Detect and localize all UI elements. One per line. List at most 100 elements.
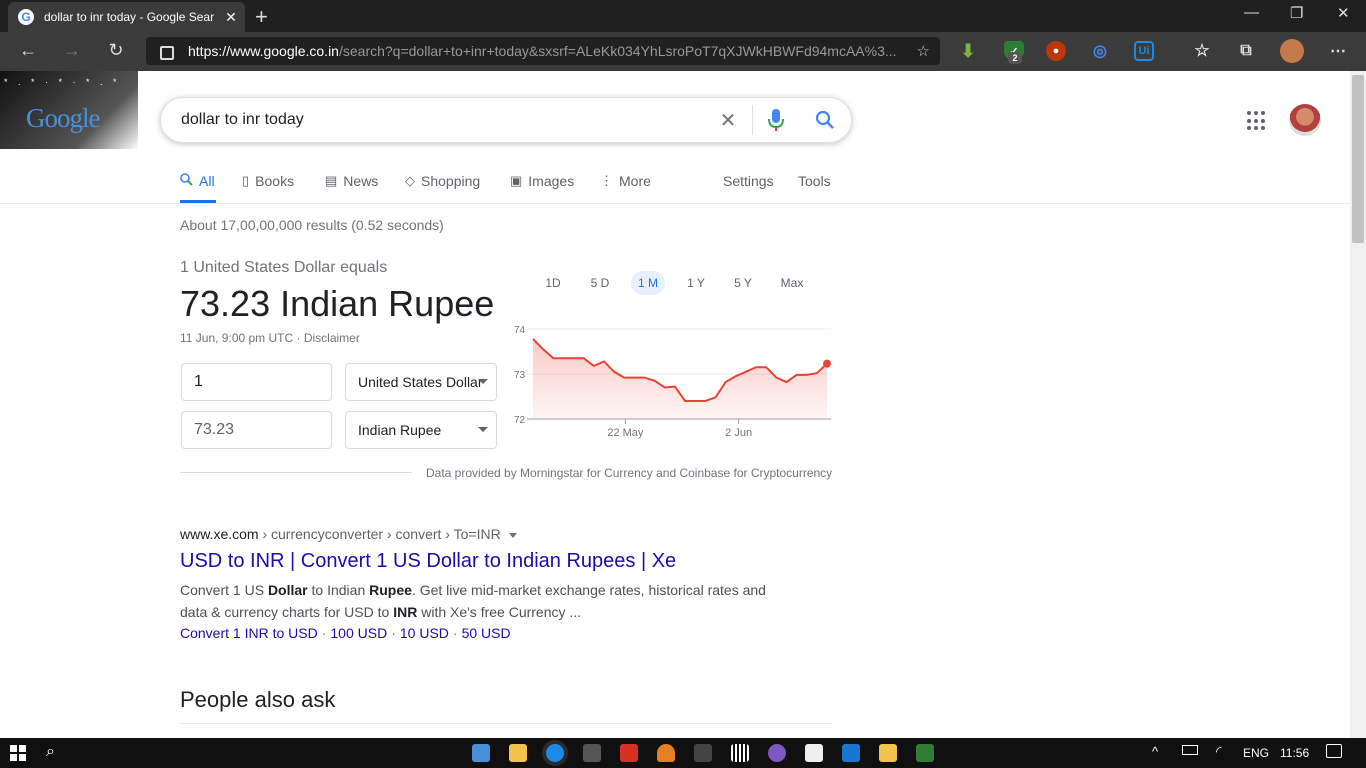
- snippet-text: with Xe's free Currency ...: [417, 604, 582, 620]
- taskbar-app-icon[interactable]: [583, 744, 601, 762]
- chart-x-tick-label: 22 May: [607, 427, 644, 439]
- tab-news[interactable]: ▤ News: [325, 173, 378, 189]
- microphone-icon[interactable]: [753, 108, 799, 132]
- taskbar-barcode-icon[interactable]: [731, 744, 749, 762]
- battery-icon[interactable]: [1182, 745, 1198, 755]
- fox-extension-icon[interactable]: ●: [1046, 41, 1066, 61]
- to-currency-select[interactable]: Indian Rupee: [345, 411, 497, 449]
- taskbar-store-icon[interactable]: [805, 744, 823, 762]
- page-scrollbar[interactable]: [1350, 71, 1366, 738]
- sitelink-separator: ·: [321, 625, 327, 641]
- sitelink[interactable]: 100 USD: [330, 625, 387, 641]
- to-amount-input[interactable]: 73.23: [181, 411, 332, 449]
- range-tab-1m[interactable]: 1 M: [631, 271, 665, 295]
- download-extension-icon[interactable]: ⬇: [958, 41, 978, 61]
- url-host: https://www.google.co.in: [188, 43, 339, 59]
- add-favorite-icon[interactable]: ☆: [917, 42, 930, 60]
- collections-icon[interactable]: ⧉: [1236, 41, 1256, 61]
- ui-extension-icon[interactable]: Ui: [1134, 41, 1154, 61]
- chart-y-tick-label: 74: [514, 325, 526, 336]
- address-bar[interactable]: https://www.google.co.in /search?q=dolla…: [146, 37, 940, 65]
- from-amount-input[interactable]: 1: [181, 363, 332, 401]
- new-tab-icon[interactable]: +: [255, 4, 268, 30]
- close-window-icon[interactable]: ✕: [1337, 4, 1350, 22]
- windows-start-icon[interactable]: [10, 745, 26, 761]
- result-title-link[interactable]: USD to INR | Convert 1 US Dollar to Indi…: [180, 550, 676, 573]
- range-tab-5y[interactable]: 5 Y: [728, 271, 758, 295]
- favorites-icon[interactable]: ☆: [1192, 41, 1212, 61]
- clear-icon[interactable]: ✕: [704, 108, 752, 133]
- url-path: /search?q=dollar+to+inr+today&sxsrf=ALeK…: [338, 43, 897, 59]
- snippet-text: Convert 1 US: [180, 582, 268, 598]
- scrollbar-thumb[interactable]: [1352, 75, 1364, 243]
- taskbar-app-icon[interactable]: [842, 744, 860, 762]
- sitelink-separator: ·: [452, 625, 458, 641]
- tab-shopping-label: Shopping: [421, 173, 481, 189]
- taskbar-search-icon[interactable]: ⌕: [46, 743, 55, 761]
- sitelink[interactable]: 10 USD: [400, 625, 449, 641]
- exchange-rate-chart[interactable]: 74 73 72 22 May 2 Jun: [500, 319, 840, 441]
- profile-avatar[interactable]: [1280, 39, 1304, 63]
- notification-icon[interactable]: [1326, 744, 1342, 758]
- tab-shopping[interactable]: ◇ Shopping: [405, 173, 480, 189]
- language-indicator[interactable]: ENG: [1243, 746, 1269, 760]
- lens-extension-icon[interactable]: ◎: [1090, 41, 1110, 61]
- google-apps-icon[interactable]: [1247, 111, 1267, 131]
- result-menu-icon[interactable]: [508, 532, 517, 538]
- google-doodle[interactable]: * . * · * · * . * Google: [0, 71, 138, 149]
- restore-icon[interactable]: ❐: [1290, 4, 1303, 22]
- tab-images[interactable]: ▣ Images: [510, 173, 574, 189]
- account-avatar[interactable]: [1289, 104, 1321, 136]
- wifi-icon[interactable]: ◜: [1216, 743, 1221, 760]
- tools-link[interactable]: Tools: [798, 173, 831, 189]
- browser-tab[interactable]: G dollar to inr today - Google Sear ✕: [8, 2, 245, 32]
- taskbar-app-icon[interactable]: [620, 744, 638, 762]
- currency-value: 73.23 Indian Rupee: [180, 283, 495, 324]
- result-cite[interactable]: www.xe.com › currencyconverter › convert…: [180, 526, 517, 542]
- tray-chevron-icon[interactable]: ^: [1152, 744, 1158, 759]
- snippet-highlight: Rupee: [369, 582, 412, 598]
- back-icon[interactable]: ←: [16, 40, 40, 61]
- taskbar-folder-icon[interactable]: [879, 744, 897, 762]
- range-tab-5d[interactable]: 5 D: [585, 271, 615, 295]
- chart-current-point: [823, 359, 831, 368]
- range-tab-1y[interactable]: 1 Y: [681, 271, 711, 295]
- lock-icon: [160, 46, 174, 60]
- taskbar-desktop-icon[interactable]: [472, 744, 490, 762]
- tab-books[interactable]: ▯ Books: [242, 173, 294, 189]
- range-tab-1d[interactable]: 1D: [538, 271, 568, 295]
- windows-taskbar: ⌕ ^ ◜ ENG 11:56: [0, 738, 1366, 768]
- snippet-highlight: INR: [393, 604, 418, 620]
- result-sitelinks: Convert 1 INR to USD · 100 USD · 10 USD · 50 U…: [180, 625, 511, 641]
- taskbar-app-icon[interactable]: [657, 744, 675, 762]
- extension-badge: 2: [1008, 52, 1022, 64]
- result-stats: About 17,00,00,000 results (0.52 seconds…: [180, 217, 444, 233]
- more-vert-icon: ⋮: [600, 173, 613, 188]
- search-box[interactable]: dollar to inr today ✕: [160, 97, 852, 143]
- minimize-icon[interactable]: —: [1244, 4, 1259, 21]
- browser-toolbar: ← → ↻ https://www.google.co.in /search?q…: [0, 32, 1366, 71]
- clock[interactable]: 11:56: [1280, 746, 1309, 760]
- dropdown-arrow-icon: [478, 427, 488, 432]
- tab-more[interactable]: ⋮ More: [600, 173, 651, 189]
- forward-icon[interactable]: →: [60, 40, 84, 61]
- sitelink[interactable]: 50 USD: [462, 625, 511, 641]
- tab-all[interactable]: All: [180, 173, 215, 189]
- taskbar-file-explorer-icon[interactable]: [509, 744, 527, 762]
- sitelink[interactable]: Convert 1 INR to USD: [180, 625, 318, 641]
- result-path: › currencyconverter › convert › To=INR: [258, 526, 501, 542]
- taskbar-app-icon[interactable]: [916, 744, 934, 762]
- close-tab-icon[interactable]: ✕: [221, 9, 241, 26]
- refresh-icon[interactable]: ↻: [104, 40, 128, 61]
- search-icon[interactable]: [799, 110, 851, 130]
- more-menu-icon[interactable]: ⋯: [1328, 41, 1348, 61]
- taskbar-app-icon[interactable]: [694, 744, 712, 762]
- settings-link[interactable]: Settings: [723, 173, 774, 189]
- taskbar-app-icon[interactable]: [768, 744, 786, 762]
- from-currency-select[interactable]: United States Dollar: [345, 363, 497, 401]
- taskbar-edge-icon[interactable]: [546, 744, 564, 762]
- range-tab-max[interactable]: Max: [775, 271, 809, 295]
- card-divider: [180, 472, 412, 473]
- search-input[interactable]: dollar to inr today: [161, 111, 704, 129]
- tab-images-label: Images: [528, 173, 575, 189]
